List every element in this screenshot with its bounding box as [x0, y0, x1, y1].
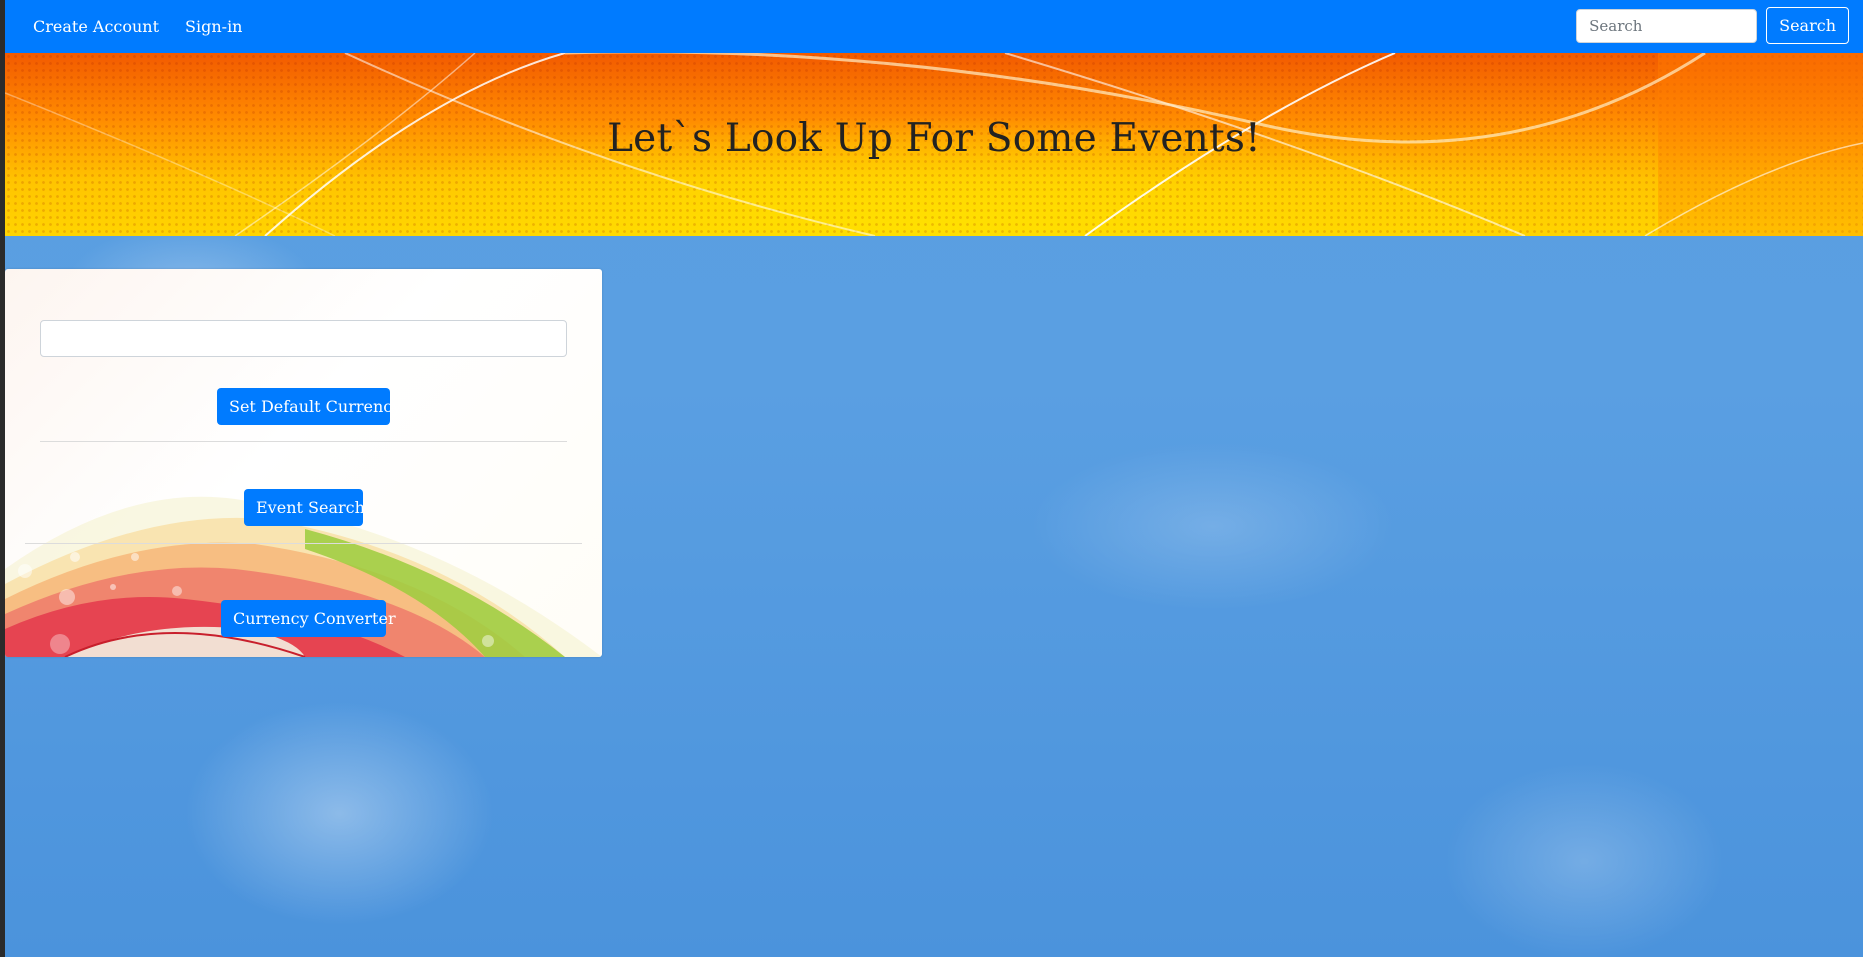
page-background: Create Account Sign-in Search Let`s Look… — [5, 0, 1863, 957]
default-currency-input[interactable] — [40, 320, 567, 357]
set-default-currency-button[interactable]: Set Default Currency — [217, 388, 401, 425]
navbar-search-form: Search — [1576, 7, 1849, 44]
currency-converter-button[interactable]: Currency Converter — [221, 600, 396, 637]
hero-banner: Let`s Look Up For Some Events! — [5, 53, 1863, 236]
page-title: Let`s Look Up For Some Events! — [607, 116, 1261, 161]
navbar-search-input[interactable] — [1576, 8, 1758, 43]
top-navbar: Create Account Sign-in Search — [5, 0, 1863, 53]
divider — [40, 441, 567, 442]
divider — [25, 543, 582, 544]
navbar-search-button[interactable]: Search — [1766, 7, 1849, 44]
create-account-link[interactable]: Create Account — [33, 17, 159, 36]
sign-in-link[interactable]: Sign-in — [185, 17, 242, 36]
event-search-button[interactable]: Event Search — [244, 489, 365, 526]
event-tools-card: Set Default Currency Event Search Curren… — [5, 269, 602, 657]
